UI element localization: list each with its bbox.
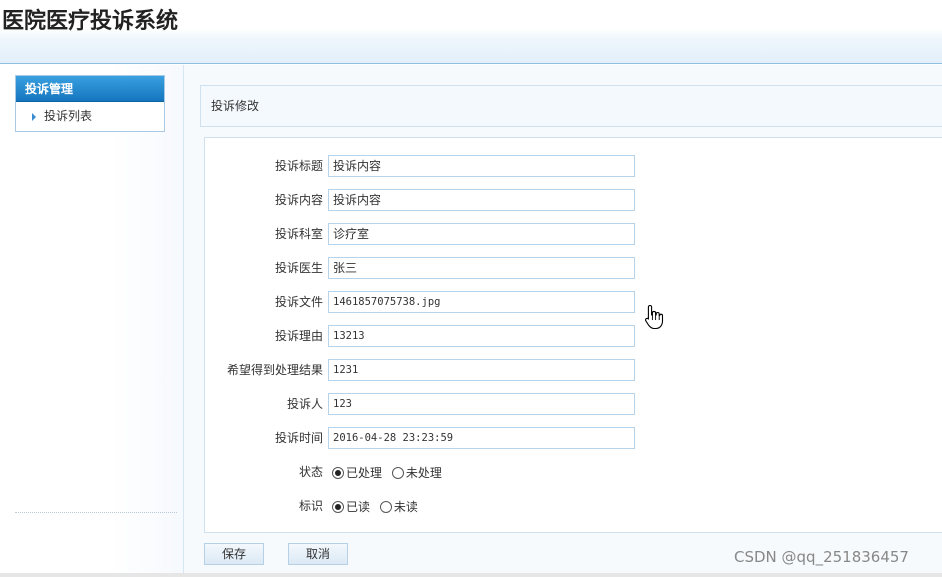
field-label: 投诉标题 [274, 159, 323, 173]
field-label: 投诉医生 [274, 261, 323, 275]
radio-label: 已处理 [346, 466, 383, 480]
triangle-right-icon [32, 112, 36, 121]
cancel-button[interactable]: 取消 [288, 543, 348, 565]
form-row-doctor: 投诉医生 张三 [205, 257, 942, 281]
radio-checked-icon [332, 501, 344, 513]
form-row-complainant: 投诉人 123 [205, 393, 942, 417]
status-radio-group: 已处理 未处理 [332, 463, 448, 483]
radio-label: 未读 [393, 500, 418, 514]
expected-result-input[interactable]: 1231 [328, 359, 635, 381]
radio-unchecked-icon [379, 501, 392, 513]
form-row-department: 投诉科室 诊疗室 [205, 223, 942, 247]
complaint-reason-input[interactable]: 13213 [328, 325, 635, 347]
sidebar: 投诉管理 投诉列表 [0, 65, 183, 573]
flag-read-radio[interactable]: 已读 [332, 497, 370, 517]
sidebar-menu-title[interactable]: 投诉管理 [16, 76, 164, 102]
radio-unchecked-icon [391, 467, 404, 479]
form-row-read-flag: 标识 已读 未读 [205, 495, 942, 519]
field-label: 希望得到处理结果 [226, 363, 323, 377]
form-row-reason: 投诉理由 13213 [205, 325, 942, 349]
field-label: 投诉人 [286, 397, 323, 411]
sidebar-menu: 投诉管理 投诉列表 [15, 75, 165, 132]
form-row-title: 投诉标题 投诉内容 [205, 155, 942, 179]
complaint-department-input[interactable]: 诊疗室 [328, 223, 635, 245]
hand-pointer-icon [644, 304, 664, 330]
complainant-input[interactable]: 123 [328, 393, 635, 415]
watermark-text: CSDN @qq_251836457 [734, 548, 909, 566]
radio-checked-icon [332, 467, 344, 479]
complaint-doctor-input[interactable]: 张三 [328, 257, 635, 279]
form-row-status: 状态 已处理 未处理 [205, 461, 942, 485]
form-row-expected-result: 希望得到处理结果 1231 [205, 359, 942, 383]
field-label: 投诉文件 [274, 295, 323, 309]
form-row-time: 投诉时间 2016-04-28 23:23:59 [205, 427, 942, 451]
field-label: 投诉科室 [274, 227, 323, 241]
complaint-title-input[interactable]: 投诉内容 [328, 155, 635, 177]
field-label: 投诉理由 [274, 329, 323, 343]
radio-label: 未处理 [405, 466, 442, 480]
field-label: 投诉内容 [274, 193, 323, 207]
complaint-content-input[interactable]: 投诉内容 [328, 189, 635, 211]
complaint-time-input[interactable]: 2016-04-28 23:23:59 [328, 427, 635, 449]
status-unprocessed-radio[interactable]: 未处理 [391, 463, 442, 483]
form-row-file: 投诉文件 1461857075738.jpg [205, 291, 942, 315]
save-button[interactable]: 保存 [204, 543, 264, 565]
sidebar-divider [15, 512, 177, 513]
field-label: 状态 [298, 465, 323, 479]
status-processed-radio[interactable]: 已处理 [332, 463, 382, 483]
radio-label: 已读 [346, 500, 371, 514]
main-content: 投诉修改 投诉标题 投诉内容 投诉内容 投诉内容 投诉科室 诊疗室 投诉医生 张… [183, 65, 942, 573]
panel-title: 投诉修改 [200, 85, 942, 127]
field-label: 标识 [298, 499, 323, 513]
form-row-content: 投诉内容 投诉内容 [205, 189, 942, 213]
flag-unread-radio[interactable]: 未读 [379, 497, 418, 517]
field-label: 投诉时间 [274, 431, 323, 445]
sidebar-item-label: 投诉列表 [44, 109, 93, 123]
app-header: 医院医疗投诉系统 [0, 0, 942, 64]
edit-form: 投诉标题 投诉内容 投诉内容 投诉内容 投诉科室 诊疗室 投诉医生 张三 投诉文… [204, 137, 942, 533]
sidebar-item-complaint-list[interactable]: 投诉列表 [16, 102, 164, 130]
complaint-file-input[interactable]: 1461857075738.jpg [328, 291, 635, 313]
read-flag-radio-group: 已读 未读 [332, 497, 424, 517]
app-title: 医院医疗投诉系统 [2, 9, 179, 34]
bottom-border [0, 573, 942, 577]
